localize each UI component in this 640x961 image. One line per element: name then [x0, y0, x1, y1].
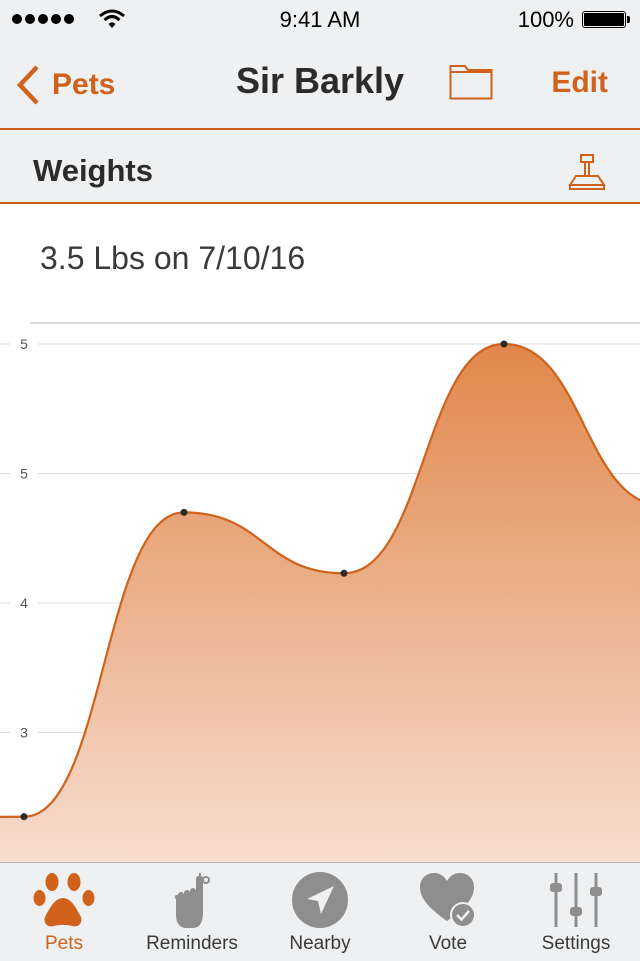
chevron-left-icon — [16, 65, 39, 105]
y-tick-label: 5 — [20, 336, 28, 352]
sliders-icon — [550, 873, 602, 927]
tab-reminders[interactable]: Reminders — [128, 863, 256, 961]
battery-icon — [582, 11, 630, 28]
y-tick-label: 5 — [20, 466, 28, 482]
data-point[interactable] — [180, 508, 188, 516]
back-button[interactable]: Pets — [16, 64, 115, 106]
data-point[interactable] — [500, 340, 508, 348]
tab-label: Settings — [541, 933, 611, 954]
page-title: Sir Barkly — [235, 60, 405, 101]
heart-check-icon — [420, 873, 476, 928]
latest-weight-summary: 3.5 Lbs on 7/10/16 — [40, 240, 306, 276]
status-bar: 9:41 AM 100% — [0, 0, 640, 40]
scale-icon[interactable] — [568, 152, 608, 192]
section-header: Weights — [0, 130, 640, 204]
finger-string-icon — [174, 873, 210, 928]
section-title: Weights — [33, 153, 153, 188]
y-tick-label: 3 — [20, 725, 28, 741]
back-label: Pets — [52, 68, 116, 101]
tab-settings[interactable]: Settings — [512, 863, 640, 961]
navigation-bar: Pets Sir Barkly Edit — [0, 40, 640, 130]
folder-icon[interactable] — [449, 64, 493, 100]
location-arrow-icon — [292, 872, 348, 928]
tab-label: Reminders — [146, 933, 238, 954]
weight-chart: 55432 — [0, 322, 640, 862]
edit-button[interactable]: Edit — [551, 66, 608, 100]
tab-label: Vote — [428, 933, 468, 954]
tab-nearby[interactable]: Nearby — [256, 863, 384, 961]
tab-pets[interactable]: Pets — [0, 863, 128, 961]
battery-percent: 100% — [517, 7, 574, 32]
y-tick-label: 4 — [20, 595, 28, 611]
tab-bar: Pets Reminders Nearby Vote Settings — [0, 862, 640, 961]
tab-vote[interactable]: Vote — [384, 863, 512, 961]
tab-label: Pets — [44, 933, 84, 954]
paw-icon — [33, 873, 95, 927]
data-point[interactable] — [20, 813, 28, 821]
data-point[interactable] — [340, 569, 348, 577]
tab-label: Nearby — [289, 933, 351, 954]
